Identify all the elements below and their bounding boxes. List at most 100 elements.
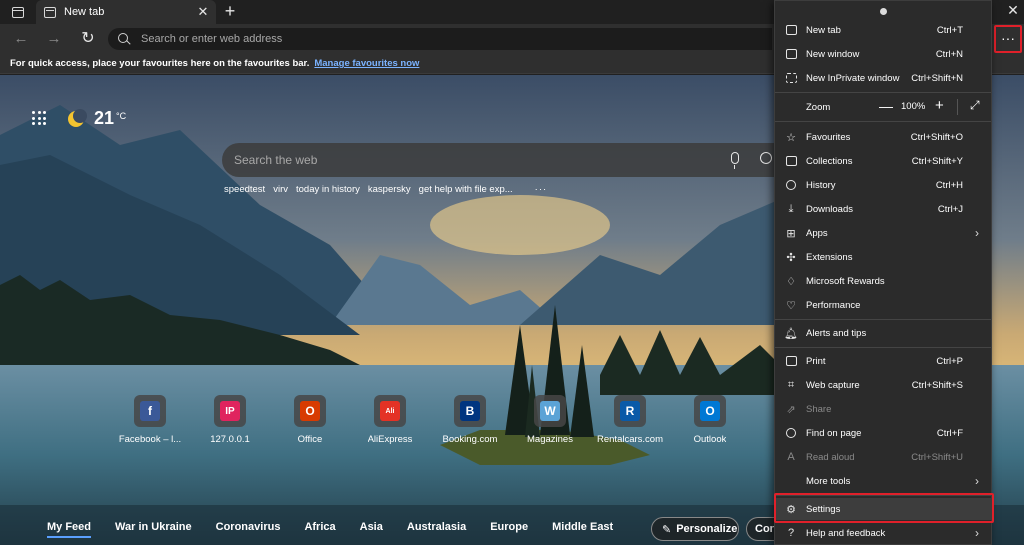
star-icon: ☆ bbox=[786, 131, 796, 144]
weather-temperature: 21 bbox=[94, 108, 115, 128]
menu-item-web-capture[interactable]: ⌗ Web capture Ctrl+Shift+S bbox=[775, 374, 991, 396]
menu-item-more-tools[interactable]: More tools › bbox=[775, 470, 991, 492]
feed-tab[interactable]: Middle East bbox=[552, 521, 613, 533]
menu-item-label: Share bbox=[806, 403, 832, 415]
quick-link[interactable]: W Magazines bbox=[510, 395, 590, 445]
settings-highlight-box bbox=[774, 493, 994, 523]
suggestion-item[interactable]: get help with file exp... bbox=[419, 184, 513, 195]
feed-tab[interactable]: Australasia bbox=[407, 521, 466, 533]
menu-item-label: Downloads bbox=[806, 203, 853, 215]
menu-item-label: Apps bbox=[806, 227, 828, 239]
suggestion-item[interactable]: speedtest bbox=[224, 184, 265, 195]
menu-item-history[interactable]: History Ctrl+H bbox=[775, 174, 991, 196]
magazines-icon: W bbox=[540, 401, 560, 421]
menu-item-favourites[interactable]: ☆ Favourites Ctrl+Shift+O bbox=[775, 126, 991, 148]
quick-link[interactable]: IP 127.0.0.1 bbox=[190, 395, 270, 445]
menu-divider bbox=[775, 319, 991, 320]
feed-tab[interactable]: Coronavirus bbox=[216, 521, 281, 533]
microphone-icon[interactable] bbox=[731, 152, 739, 169]
search-suggestions: speedtest virv today in history kaspersk… bbox=[224, 184, 547, 195]
print-icon bbox=[785, 355, 797, 367]
menu-item-rewards[interactable]: ♢ Microsoft Rewards bbox=[775, 270, 991, 292]
menu-item-label: Find on page bbox=[806, 427, 862, 439]
back-button[interactable]: ← bbox=[10, 29, 32, 49]
menu-item-new-tab[interactable]: New tab Ctrl+T bbox=[775, 19, 991, 41]
inprivate-icon bbox=[785, 72, 797, 84]
fullscreen-icon[interactable]: ⤢ bbox=[970, 98, 980, 113]
help-icon: ? bbox=[787, 527, 795, 539]
menu-item-label: Extensions bbox=[806, 251, 853, 263]
menu-item-new-window[interactable]: New window Ctrl+N bbox=[775, 43, 991, 65]
search-icon bbox=[118, 32, 131, 46]
quick-link[interactable]: R Rentalcars.com bbox=[590, 395, 670, 445]
suggestion-item[interactable]: kaspersky bbox=[368, 184, 411, 195]
feed-tab[interactable]: War in Ukraine bbox=[115, 521, 192, 533]
weather-widget[interactable]: 21 °C bbox=[68, 108, 126, 129]
menu-item-shortcut: Ctrl+P bbox=[936, 355, 963, 367]
menu-item-read-aloud: A Read aloud Ctrl+Shift+U bbox=[775, 446, 991, 468]
web-search-box[interactable]: Search the web bbox=[222, 143, 778, 177]
menu-item-downloads[interactable]: ⤓ Downloads Ctrl+J bbox=[775, 198, 991, 220]
profile-icon[interactable] bbox=[880, 8, 887, 15]
aliexpress-icon: Ali bbox=[380, 401, 400, 421]
forward-button[interactable]: → bbox=[43, 29, 65, 49]
tab-new-tab[interactable]: New tab ✕ bbox=[36, 0, 216, 24]
feed-tab[interactable]: Africa bbox=[304, 521, 335, 533]
address-bar[interactable]: Search or enter web address bbox=[108, 28, 772, 50]
window-close-button[interactable]: ✕ bbox=[1004, 2, 1022, 22]
menu-item-label: Collections bbox=[806, 155, 853, 167]
zoom-in-button[interactable]: + bbox=[935, 98, 944, 113]
feed-tab[interactable]: Asia bbox=[360, 521, 383, 533]
web-search-placeholder: Search the web bbox=[234, 153, 318, 167]
weather-unit: °C bbox=[116, 111, 127, 121]
chevron-right-icon: › bbox=[975, 526, 979, 540]
menu-item-new-inprivate[interactable]: New InPrivate window Ctrl+Shift+N bbox=[775, 67, 991, 89]
menu-item-share: ⇗ Share bbox=[775, 398, 991, 420]
suggestion-item[interactable]: virv bbox=[273, 184, 288, 195]
history-icon bbox=[785, 179, 797, 191]
quick-link[interactable]: O Outlook bbox=[670, 395, 750, 445]
new-tab-button[interactable]: + bbox=[220, 2, 240, 22]
menu-item-find[interactable]: Find on page Ctrl+F bbox=[775, 422, 991, 444]
menu-item-apps[interactable]: ⊞ Apps › bbox=[775, 222, 991, 244]
manage-favourites-link[interactable]: Manage favourites now bbox=[314, 58, 419, 69]
menu-item-shortcut: Ctrl+Shift+S bbox=[911, 379, 963, 391]
refresh-button[interactable]: ↻ bbox=[77, 29, 99, 49]
zoom-out-button[interactable]: — bbox=[879, 99, 893, 114]
feed-tab[interactable]: Europe bbox=[490, 521, 528, 533]
search-icon[interactable] bbox=[760, 152, 774, 166]
apps-launcher-icon[interactable] bbox=[32, 111, 46, 125]
quick-link[interactable]: B Booking.com bbox=[430, 395, 510, 445]
menu-item-label: Alerts and tips bbox=[806, 327, 867, 339]
new-tab-favicon-icon bbox=[44, 6, 56, 18]
bell-icon: 🔔︎ bbox=[784, 327, 798, 340]
read-aloud-icon: A bbox=[787, 451, 795, 463]
menu-item-alerts[interactable]: 🔔︎ Alerts and tips bbox=[775, 322, 991, 344]
new-tab-icon bbox=[785, 24, 797, 36]
chevron-right-icon: › bbox=[975, 226, 979, 240]
chevron-right-icon: › bbox=[975, 474, 979, 488]
suggestion-item[interactable]: today in history bbox=[296, 184, 360, 195]
quick-link[interactable]: f Facebook – l... bbox=[110, 395, 190, 445]
menu-item-shortcut: Ctrl+Shift+O bbox=[910, 131, 963, 143]
tab-actions-icon[interactable] bbox=[6, 3, 30, 21]
quick-link[interactable]: Ali AliExpress bbox=[350, 395, 430, 445]
menu-item-collections[interactable]: Collections Ctrl+Shift+Y bbox=[775, 150, 991, 172]
tab-close-icon[interactable]: ✕ bbox=[194, 4, 212, 20]
menu-item-extensions[interactable]: ✣ Extensions bbox=[775, 246, 991, 268]
outlook-icon: O bbox=[700, 401, 720, 421]
menu-item-print[interactable]: Print Ctrl+P bbox=[775, 350, 991, 372]
menu-item-help[interactable]: ? Help and feedback › bbox=[775, 522, 991, 544]
feed-navigation: My Feed War in Ukraine Coronavirus Afric… bbox=[47, 521, 637, 538]
feed-tab-my-feed[interactable]: My Feed bbox=[47, 521, 92, 538]
menu-item-label: History bbox=[806, 179, 836, 191]
zoom-divider bbox=[957, 99, 958, 115]
personalize-button[interactable]: ✎ Personalize bbox=[651, 517, 739, 541]
tab-title: New tab bbox=[64, 6, 105, 18]
menu-item-label: Favourites bbox=[806, 131, 851, 143]
menu-item-performance[interactable]: ♡ Performance bbox=[775, 294, 991, 316]
settings-and-more-button[interactable]: ··· bbox=[994, 25, 1022, 53]
suggestions-more-icon[interactable]: ··· bbox=[535, 184, 548, 195]
quick-link[interactable]: O Office bbox=[270, 395, 350, 445]
address-placeholder: Search or enter web address bbox=[141, 33, 283, 45]
